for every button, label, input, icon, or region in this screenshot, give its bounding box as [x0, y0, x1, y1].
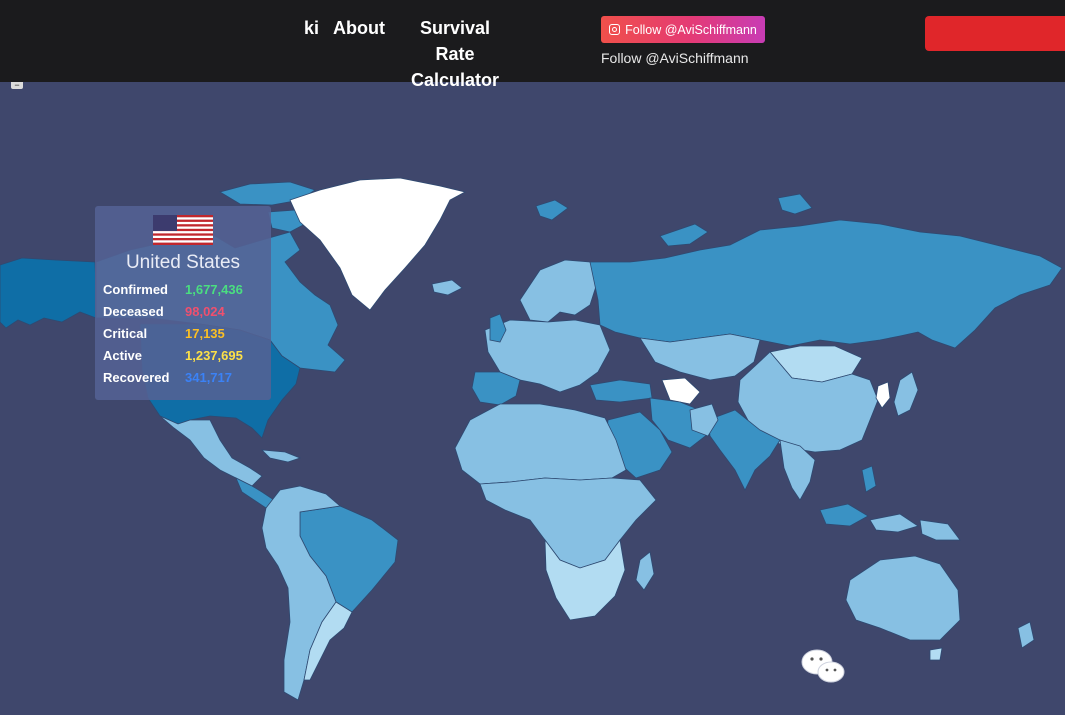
follow-button-label: Follow @AviSchiffmann [625, 22, 757, 37]
stat-value-active: 1,237,695 [185, 348, 243, 363]
country-mexico[interactable] [159, 415, 263, 487]
country-japan[interactable] [893, 371, 919, 417]
stat-value-confirmed: 1,677,436 [185, 282, 243, 297]
western-europe[interactable] [471, 371, 521, 406]
nav-link-about[interactable]: About [333, 15, 385, 41]
arctic-russia-island[interactable] [777, 193, 813, 215]
country-turkey[interactable] [589, 379, 653, 403]
stat-row-confirmed: Confirmed 1,677,436 [103, 282, 243, 297]
philippines[interactable] [861, 465, 877, 493]
follow-text-link[interactable]: Follow @AviSchiffmann [601, 50, 749, 66]
country-australia[interactable] [845, 555, 961, 641]
country-alaska[interactable] [0, 257, 97, 329]
country-kazakhstan[interactable] [639, 333, 761, 381]
country-iceland[interactable] [431, 279, 463, 296]
country-russia[interactable] [589, 219, 1063, 349]
stat-row-deceased: Deceased 98,024 [103, 304, 225, 319]
us-flag-icon [153, 215, 213, 245]
country-madagascar[interactable] [635, 551, 655, 591]
instagram-follow-button[interactable]: Follow @AviSchiffmann [601, 16, 765, 43]
stat-value-critical: 17,135 [185, 326, 225, 341]
top-navbar: ki About Survival Rate Calculator Follow… [0, 0, 1065, 90]
europe-north[interactable] [519, 259, 599, 323]
zoom-out-button[interactable]: − [11, 81, 23, 90]
stat-label-deceased: Deceased [103, 304, 164, 319]
svalbard[interactable] [535, 199, 569, 221]
wechat-icon[interactable] [800, 648, 846, 684]
nav-calc-line1: Survival Rate [419, 18, 491, 64]
stat-value-deceased: 98,024 [185, 304, 225, 319]
indonesia-1[interactable] [819, 503, 869, 527]
tasmania[interactable] [929, 647, 943, 661]
stat-label-active: Active [103, 348, 143, 363]
country-tooltip: United States Confirmed 1,677,436 Decease… [95, 206, 271, 400]
stat-label-recovered: Recovered [103, 370, 170, 385]
new-guinea[interactable] [919, 519, 961, 541]
stat-label-critical: Critical [103, 326, 148, 341]
country-new-zealand[interactable] [1017, 621, 1035, 649]
stat-row-recovered: Recovered 341,717 [103, 370, 232, 385]
instagram-icon [609, 24, 621, 35]
red-banner[interactable] [925, 16, 1065, 51]
tooltip-country-name: United States [125, 252, 241, 273]
central-africa[interactable] [479, 477, 657, 569]
stat-row-critical: Critical 17,135 [103, 326, 225, 341]
stat-row-active: Active 1,237,695 [103, 348, 243, 363]
caribbean[interactable] [260, 449, 302, 463]
north-africa[interactable] [454, 403, 627, 485]
stat-label-confirmed: Confirmed [103, 282, 168, 297]
nav-link-ki[interactable]: ki [304, 15, 319, 41]
stat-value-recovered: 341,717 [185, 370, 232, 385]
russia-island[interactable] [659, 223, 709, 247]
country-korea[interactable] [875, 381, 891, 409]
indonesia-2[interactable] [869, 513, 919, 533]
